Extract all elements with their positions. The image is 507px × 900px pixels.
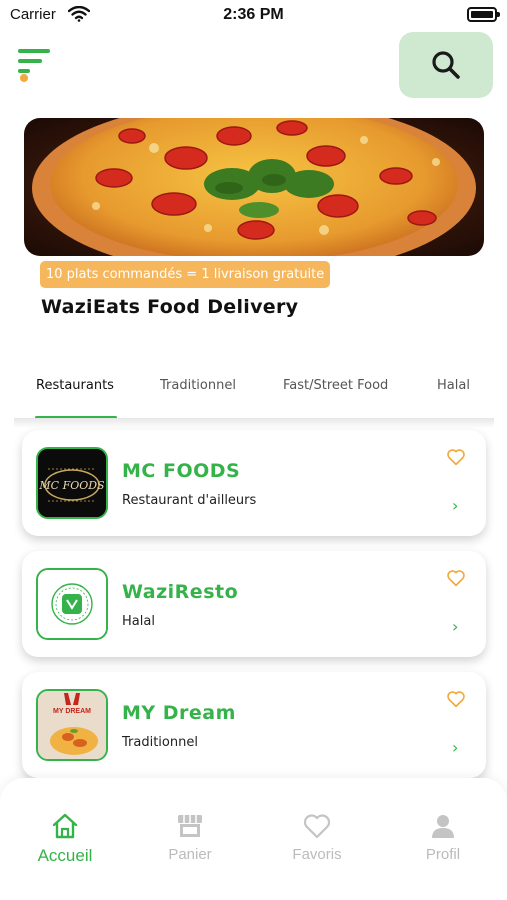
home-icon bbox=[52, 813, 78, 839]
menu-icon bbox=[18, 49, 50, 82]
tab-traditionnel[interactable]: Traditionnel bbox=[160, 378, 236, 393]
pizza-photo bbox=[24, 118, 484, 256]
restaurant-list[interactable]: MC FOODS MC FOODS Restaurant d'ailleurs … bbox=[14, 420, 494, 778]
mc-foods-logo: MC FOODS bbox=[38, 449, 106, 517]
restaurant-name: WaziResto bbox=[122, 581, 239, 603]
nav-label-accueil: Accueil bbox=[37, 846, 93, 865]
svg-text:MY DREAM: MY DREAM bbox=[53, 708, 91, 715]
status-bar: Carrier 2:36 PM bbox=[0, 0, 507, 30]
restaurant-logo-my-dream: MY DREAM bbox=[36, 689, 108, 761]
promo-badge: 10 plats commandés = 1 livraison gratuit… bbox=[40, 261, 331, 288]
nav-item-panier[interactable]: Panier bbox=[135, 812, 245, 863]
restaurant-name: MY Dream bbox=[122, 702, 236, 724]
search-icon bbox=[432, 51, 460, 79]
restaurant-logo-mc-foods: MC FOODS bbox=[36, 447, 108, 519]
restaurant-name: MC FOODS bbox=[122, 460, 241, 482]
nav-item-accueil[interactable]: Accueil bbox=[10, 812, 120, 866]
nav-label-favoris: Favoris bbox=[292, 846, 342, 863]
chevron-right-icon[interactable]: › bbox=[452, 738, 458, 757]
restaurant-category: Halal bbox=[122, 614, 155, 629]
clock: 2:36 PM bbox=[223, 6, 284, 23]
battery-icon bbox=[467, 7, 500, 22]
store-icon bbox=[178, 815, 202, 837]
tab-halal[interactable]: Halal bbox=[437, 378, 470, 393]
banner-image bbox=[24, 118, 484, 256]
tab-fast-street-food[interactable]: Fast/Street Food bbox=[283, 378, 388, 393]
favorite-heart-icon[interactable] bbox=[446, 569, 466, 587]
svg-text:MC FOODS: MC FOODS bbox=[38, 479, 105, 492]
tab-restaurants[interactable]: Restaurants bbox=[36, 378, 114, 393]
nav-item-profil[interactable]: Profil bbox=[388, 812, 498, 863]
menu-button[interactable] bbox=[16, 46, 56, 86]
chevron-right-icon[interactable]: › bbox=[452, 496, 458, 515]
person-icon bbox=[432, 815, 454, 838]
restaurant-category: Traditionnel bbox=[122, 735, 198, 750]
chevron-right-icon[interactable]: › bbox=[452, 617, 458, 636]
favorite-heart-icon[interactable] bbox=[446, 690, 466, 708]
my-dream-logo: MY DREAM bbox=[38, 691, 106, 759]
nav-label-panier: Panier bbox=[168, 846, 212, 863]
page-title: WaziEats Food Delivery bbox=[41, 296, 299, 318]
nav-label-profil: Profil bbox=[425, 846, 461, 863]
nav-item-favoris[interactable]: Favoris bbox=[262, 812, 372, 863]
waziresto-logo bbox=[38, 570, 106, 638]
heart-icon bbox=[303, 814, 331, 839]
favorite-heart-icon[interactable] bbox=[446, 448, 466, 466]
restaurant-logo-waziresto bbox=[36, 568, 108, 640]
restaurant-card-mc-foods[interactable]: MC FOODS MC FOODS Restaurant d'ailleurs … bbox=[22, 430, 486, 536]
restaurant-category: Restaurant d'ailleurs bbox=[122, 493, 257, 508]
bottom-nav: Accueil Panier Favoris Profil bbox=[0, 778, 507, 900]
restaurant-card-my-dream[interactable]: MY DREAM MY Dream Traditionnel › bbox=[22, 672, 486, 778]
search-button[interactable] bbox=[399, 32, 493, 98]
restaurant-card-waziresto[interactable]: WaziResto Halal › bbox=[22, 551, 486, 657]
category-tabs: Restaurants Traditionnel Fast/Street Foo… bbox=[0, 364, 507, 420]
